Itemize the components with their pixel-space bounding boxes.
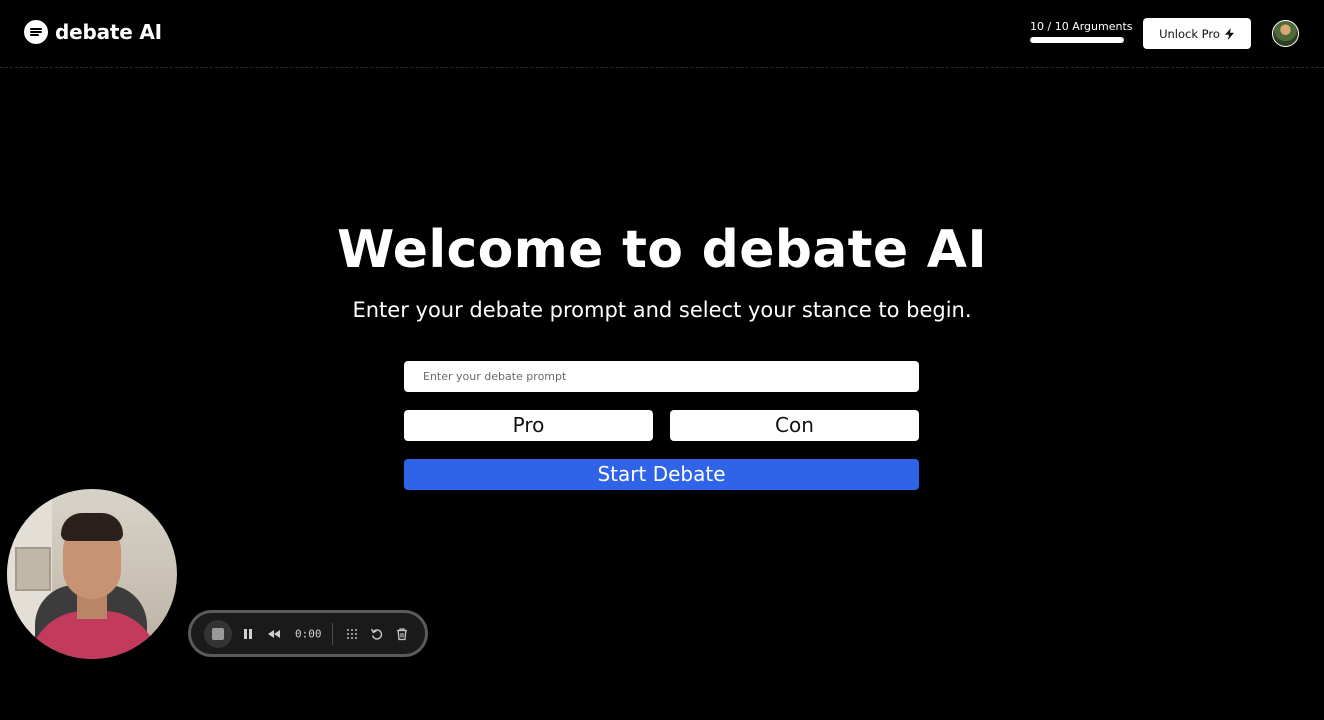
usage-progress-fill <box>1030 37 1124 43</box>
unlock-pro-label: Unlock Pro <box>1159 26 1220 41</box>
rewind-icon <box>268 629 280 638</box>
usage-label: 10 / 10 Arguments <box>1030 20 1133 33</box>
argument-usage-meter: 10 / 10 Arguments <box>1030 20 1133 43</box>
delete-recording-button[interactable] <box>395 627 409 641</box>
usage-progress-track <box>1030 37 1124 43</box>
unlock-pro-button[interactable]: Unlock Pro <box>1143 18 1251 49</box>
webcam-bubble[interactable] <box>7 489 177 659</box>
start-debate-button[interactable]: Start Debate <box>404 459 919 490</box>
recording-timer: 0:00 <box>295 627 322 640</box>
page-title: Welcome to debate AI <box>336 220 987 280</box>
chat-lines-icon <box>24 20 48 44</box>
top-navbar: debate AI 10 / 10 Arguments Unlock Pro <box>0 0 1324 68</box>
divider <box>332 623 333 645</box>
restart-icon <box>370 628 383 640</box>
restart-button[interactable] <box>370 627 384 641</box>
rewind-button[interactable] <box>267 627 281 641</box>
drag-handle-button[interactable] <box>345 627 359 641</box>
stop-icon <box>212 627 224 640</box>
brand-logo[interactable]: debate AI <box>24 20 162 44</box>
recording-controls: 0:00 <box>188 610 428 657</box>
page-subtitle: Enter your debate prompt and select your… <box>352 298 972 322</box>
stance-pro-button[interactable]: Pro <box>404 410 653 441</box>
stance-con-button[interactable]: Con <box>670 410 919 441</box>
trash-icon <box>397 627 407 640</box>
grid-icon <box>347 628 357 639</box>
pause-icon <box>244 628 252 639</box>
debate-prompt-input[interactable] <box>404 361 919 392</box>
lightning-bolt-icon <box>1224 27 1234 40</box>
user-avatar[interactable] <box>1272 20 1299 47</box>
brand-name: debate AI <box>55 20 162 44</box>
pause-button[interactable] <box>241 627 255 641</box>
stop-recording-button[interactable] <box>204 619 232 648</box>
